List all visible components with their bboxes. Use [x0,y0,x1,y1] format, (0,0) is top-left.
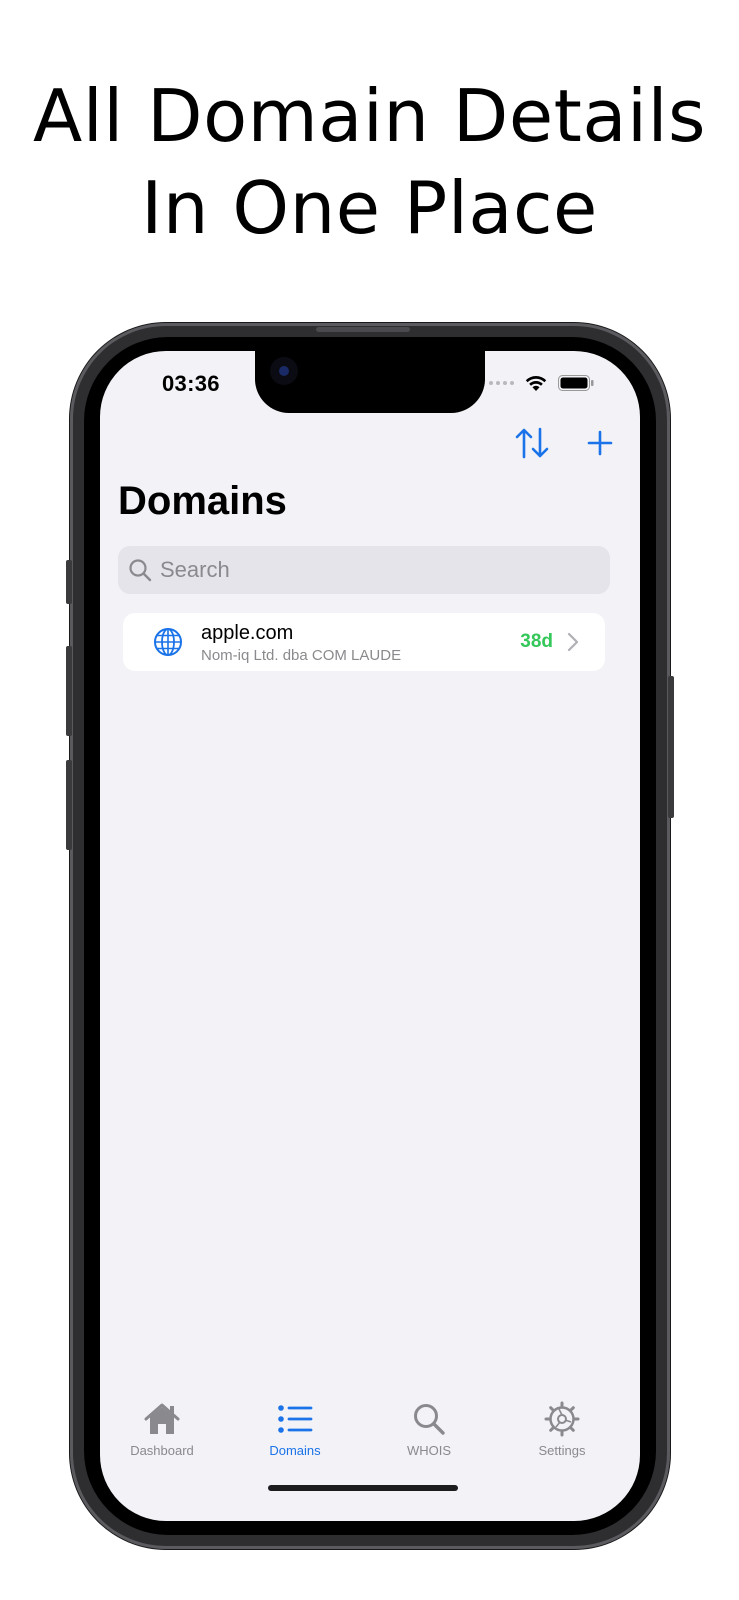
domain-name: apple.com [201,622,294,644]
domain-registrar: Nom-iq Ltd. dba COM LAUDE [201,647,402,664]
battery-icon [558,375,594,391]
tab-label-settings: Settings [538,1443,586,1458]
list-icon [278,1405,313,1433]
plus-icon [587,430,613,456]
tab-whois[interactable]: WHOIS [379,1399,479,1458]
chevron-right-icon [567,632,579,652]
magnifier-icon [129,559,152,582]
domain-row[interactable]: apple.com Nom-iq Ltd. dba COM LAUDE 38d [123,613,605,671]
headline-line-1: All Domain Details [32,74,707,158]
tab-label-dashboard: Dashboard [130,1443,194,1458]
house-icon [144,1403,180,1434]
nav-actions [514,425,618,461]
phone-power-button [668,676,674,818]
tab-bar: Dashboard Domains WHOIS Settings [100,1391,640,1481]
phone-silent-switch [66,560,72,604]
status-icons [489,373,594,393]
marketing-headline: All Domain Details In One Place [0,70,739,254]
tab-dashboard[interactable]: Dashboard [112,1399,212,1458]
add-domain-button[interactable] [582,425,618,461]
expiry-days: 38d [520,631,553,652]
wifi-icon [525,376,547,391]
sort-button[interactable] [514,425,550,461]
front-camera [270,357,298,385]
phone-speaker-grille [316,327,410,332]
cellular-signal-icon [489,381,514,385]
phone-screen: 03:36 Domains Search apple.com Nom-iq Lt… [100,351,640,1521]
search-field[interactable]: Search [118,546,610,594]
search-placeholder: Search [160,557,230,582]
headline-line-2: In One Place [141,166,598,250]
page-title: Domains [118,479,287,523]
tab-settings[interactable]: Settings [512,1399,612,1458]
tab-domains[interactable]: Domains [245,1399,345,1458]
magnifier-icon [414,1404,445,1435]
status-time: 03:36 [162,371,220,396]
tab-label-whois: WHOIS [406,1443,452,1458]
sort-arrows-icon [515,427,549,459]
home-indicator [268,1485,458,1491]
phone-volume-down [66,760,72,850]
domain-row-text: apple.com Nom-iq Ltd. dba COM LAUDE [201,621,401,666]
globe-icon [154,628,182,656]
tab-label-domains: Domains [269,1443,321,1458]
phone-volume-up [66,646,72,736]
gear-icon [544,1401,580,1437]
